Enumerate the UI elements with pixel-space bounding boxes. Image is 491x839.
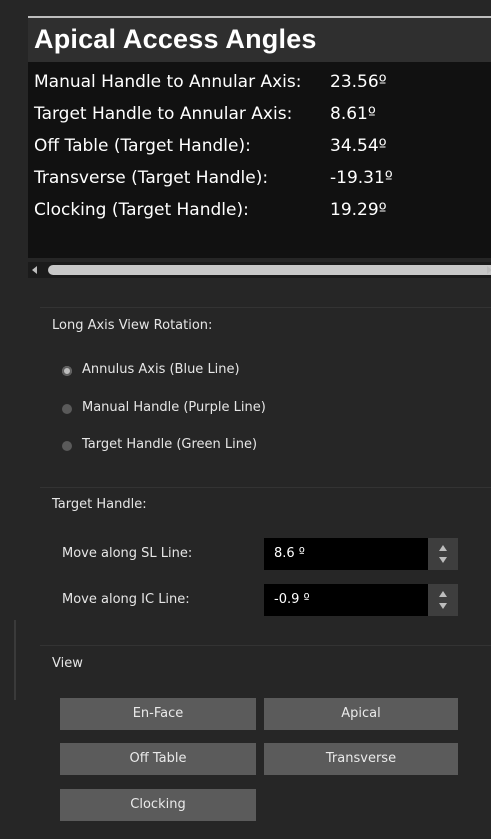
info-label: Target Handle to Annular Axis: (34, 104, 293, 124)
horizontal-scrollbar[interactable] (28, 262, 491, 278)
scrollbar-thumb[interactable] (48, 265, 491, 275)
transverse-button[interactable]: Transverse (264, 743, 458, 775)
info-value: 23.56º (330, 72, 387, 92)
info-label: Transverse (Target Handle): (34, 168, 269, 188)
radio-label: Annulus Axis (Blue Line) (82, 362, 240, 377)
spin-down-icon[interactable] (439, 603, 447, 609)
scroll-right-icon[interactable] (487, 266, 491, 274)
radio-checked-icon[interactable] (62, 366, 72, 376)
divider (40, 307, 491, 308)
apical-access-title-bar: Apical Access Angles (28, 18, 491, 62)
splitter-handle[interactable] (14, 620, 16, 700)
spin-buttons[interactable] (428, 538, 458, 570)
sl-line-value[interactable]: 8.6 º (274, 546, 305, 561)
en-face-button[interactable]: En-Face (60, 698, 256, 730)
ic-line-value[interactable]: -0.9 º (274, 592, 310, 607)
apical-button[interactable]: Apical (264, 698, 458, 730)
info-value: 8.61º (330, 104, 376, 124)
spin-down-icon[interactable] (439, 557, 447, 563)
apical-access-title: Apical Access Angles (34, 24, 317, 54)
radio-label: Manual Handle (Purple Line) (82, 400, 266, 415)
info-label: Clocking (Target Handle): (34, 200, 249, 220)
off-table-button[interactable]: Off Table (60, 743, 256, 775)
left-edge (0, 0, 8, 839)
sl-line-label: Move along SL Line: (62, 546, 193, 561)
info-label: Off Table (Target Handle): (34, 136, 251, 156)
divider (40, 645, 491, 646)
info-value: -19.31º (330, 168, 393, 188)
scroll-left-icon[interactable] (32, 266, 37, 274)
divider (40, 487, 491, 488)
spin-buttons[interactable] (428, 584, 458, 616)
info-value: 19.29º (330, 200, 387, 220)
ic-line-spinbox[interactable]: -0.9 º (264, 584, 458, 616)
spin-up-icon[interactable] (439, 545, 447, 551)
view-label: View (52, 656, 83, 671)
sl-line-spinbox[interactable]: 8.6 º (264, 538, 458, 570)
info-value: 34.54º (330, 136, 387, 156)
info-label: Manual Handle to Annular Axis: (34, 72, 302, 92)
radio-label: Target Handle (Green Line) (82, 437, 258, 452)
clocking-button[interactable]: Clocking (60, 789, 256, 821)
spin-up-icon[interactable] (439, 591, 447, 597)
ic-line-label: Move along IC Line: (62, 592, 190, 607)
radio-unchecked-icon[interactable] (62, 441, 72, 451)
radio-unchecked-icon[interactable] (62, 404, 72, 414)
target-handle-label: Target Handle: (52, 497, 147, 512)
long-axis-label: Long Axis View Rotation: (52, 318, 213, 333)
